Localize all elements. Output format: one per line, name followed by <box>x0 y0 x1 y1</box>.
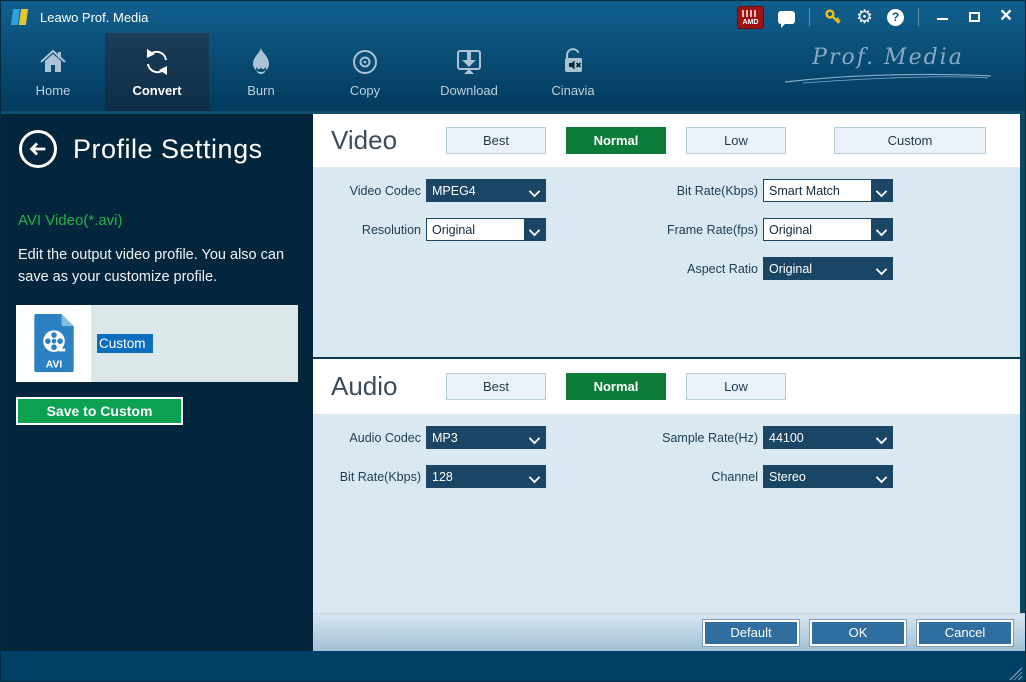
frame-rate-select[interactable]: Original <box>763 218 893 241</box>
titlebar: Leawo Prof. Media AMD ⚙ ? × <box>1 1 1025 33</box>
aspect-ratio-label: Aspect Ratio <box>687 261 758 276</box>
app-window: Leawo Prof. Media AMD ⚙ ? × Home Convert… <box>0 0 1026 682</box>
audio-quality-best-button[interactable]: Best <box>446 373 546 400</box>
save-to-custom-button[interactable]: Save to Custom <box>16 396 183 425</box>
settings-panel: Video Best Normal Low Custom Video Codec… <box>313 114 1025 651</box>
help-icon[interactable]: ? <box>887 8 904 26</box>
download-icon <box>457 50 481 74</box>
sample-rate-select[interactable]: 44100 <box>763 426 893 449</box>
settings-gear-icon[interactable]: ⚙ <box>856 8 873 27</box>
resolution-select[interactable]: Original <box>426 218 546 241</box>
ok-button[interactable]: OK <box>810 619 906 646</box>
video-codec-field: Video Codec MPEG4 <box>313 179 658 202</box>
audio-codec-label: Audio Codec <box>349 430 421 445</box>
video-quality-custom-button[interactable]: Custom <box>834 127 986 154</box>
titlebar-separator <box>808 8 810 26</box>
chevron-down-icon <box>524 219 545 240</box>
tab-cinavia[interactable]: Cinavia <box>521 33 625 111</box>
video-section-title: Video <box>331 125 398 155</box>
tab-copy[interactable]: Copy <box>313 33 417 111</box>
cancel-button[interactable]: Cancel <box>917 619 1013 646</box>
app-logo-icon <box>10 8 31 26</box>
window-title: Leawo Prof. Media <box>40 9 149 25</box>
resolution-label: Resolution <box>361 222 421 237</box>
profile-description: Edit the output video profile. You also … <box>18 247 285 286</box>
frame-rate-field: Frame Rate(fps) Original <box>658 218 1020 241</box>
burn-flame-icon <box>253 48 269 74</box>
aspect-ratio-field: Aspect Ratio Original <box>658 257 1020 280</box>
video-quality-normal-button[interactable]: Normal <box>566 127 666 154</box>
bit-rate-select[interactable]: Smart Match <box>763 179 893 202</box>
audio-quality-low-button[interactable]: Low <box>686 373 786 400</box>
aspect-ratio-select[interactable]: Original <box>763 257 893 280</box>
video-quality-best-button[interactable]: Best <box>446 127 546 154</box>
brand-swoosh <box>784 73 992 84</box>
frame-rate-label: Frame Rate(fps) <box>667 222 758 237</box>
audio-bit-rate-field: Bit Rate(Kbps) 128 <box>313 465 658 488</box>
chevron-down-icon <box>524 180 545 201</box>
audio-codec-field: Audio Codec MP3 <box>313 426 658 449</box>
copy-disc-icon <box>353 50 377 74</box>
resolution-field: Resolution Original <box>313 218 658 241</box>
audio-codec-select[interactable]: MP3 <box>426 426 546 449</box>
tab-download[interactable]: Download <box>417 33 521 111</box>
resize-grip[interactable] <box>1008 666 1022 680</box>
close-button[interactable]: × <box>997 5 1015 26</box>
sample-rate-field: Sample Rate(Hz) 44100 <box>658 426 1020 449</box>
amd-badge-icon: AMD <box>736 5 764 29</box>
video-quality-low-button[interactable]: Low <box>686 127 786 154</box>
tab-convert[interactable]: Convert <box>105 33 209 111</box>
video-codec-label: Video Codec <box>349 183 421 198</box>
tab-burn[interactable]: Burn <box>209 33 313 111</box>
brand-script: Prof. Media <box>783 45 993 84</box>
status-footer <box>1 651 1025 681</box>
bit-rate-field: Bit Rate(Kbps) Smart Match <box>658 179 1020 202</box>
svg-text:AVI: AVI <box>45 360 62 371</box>
tab-home[interactable]: Home <box>1 33 105 111</box>
channel-select[interactable]: Stereo <box>763 465 893 488</box>
audio-bit-rate-select[interactable]: 128 <box>426 465 546 488</box>
chevron-down-icon <box>871 258 892 279</box>
dialog-button-bar: Default OK Cancel <box>313 613 1025 651</box>
audio-quality-normal-button[interactable]: Normal <box>566 373 666 400</box>
video-codec-select[interactable]: MPEG4 <box>426 179 546 202</box>
video-settings: Video Codec MPEG4 Bit Rate(Kbps) Smart M… <box>313 167 1025 357</box>
chevron-down-icon <box>524 427 545 448</box>
avi-file-icon: AVI <box>16 304 91 382</box>
audio-section-header: Audio Best Normal Low <box>313 359 1025 414</box>
sample-rate-label: Sample Rate(Hz) <box>662 430 758 445</box>
titlebar-separator <box>918 8 919 26</box>
cinavia-unlock-icon <box>565 48 582 72</box>
audio-bit-rate-label: Bit Rate(Kbps) <box>339 469 421 484</box>
minimize-button[interactable] <box>933 10 951 25</box>
home-icon <box>40 49 66 72</box>
video-section-header: Video Best Normal Low Custom <box>313 114 1025 167</box>
chevron-down-icon <box>871 466 892 487</box>
custom-profile-item[interactable]: AVI <box>16 304 298 382</box>
maximize-button[interactable] <box>965 10 983 25</box>
register-key-icon[interactable] <box>824 8 842 26</box>
content-area: Profile Settings AVI Video(*.avi) Edit t… <box>1 111 1025 651</box>
default-button[interactable]: Default <box>703 619 799 646</box>
chevron-down-icon <box>871 427 892 448</box>
channel-field: Channel Stereo <box>658 465 1020 488</box>
chevron-down-icon <box>524 466 545 487</box>
selected-profile-name: AVI Video(*.avi) <box>18 212 123 229</box>
audio-section-title: Audio <box>331 371 398 401</box>
bit-rate-label: Bit Rate(Kbps) <box>676 183 758 198</box>
channel-label: Channel <box>711 469 758 484</box>
feedback-icon[interactable] <box>777 10 795 28</box>
chevron-down-icon <box>871 180 892 201</box>
audio-settings: Audio Codec MP3 Sample Rate(Hz) 44100 Bi… <box>313 414 1025 613</box>
back-arrow-icon <box>29 142 46 156</box>
profile-name-input[interactable] <box>97 333 153 353</box>
chevron-down-icon <box>871 219 892 240</box>
sidebar: Profile Settings AVI Video(*.avi) Edit t… <box>1 114 313 651</box>
convert-icon <box>147 49 167 75</box>
main-nav: Home Convert Burn Copy Download Cinavia … <box>1 33 1025 111</box>
back-button[interactable] <box>19 130 57 168</box>
page-title: Profile Settings <box>73 133 263 164</box>
